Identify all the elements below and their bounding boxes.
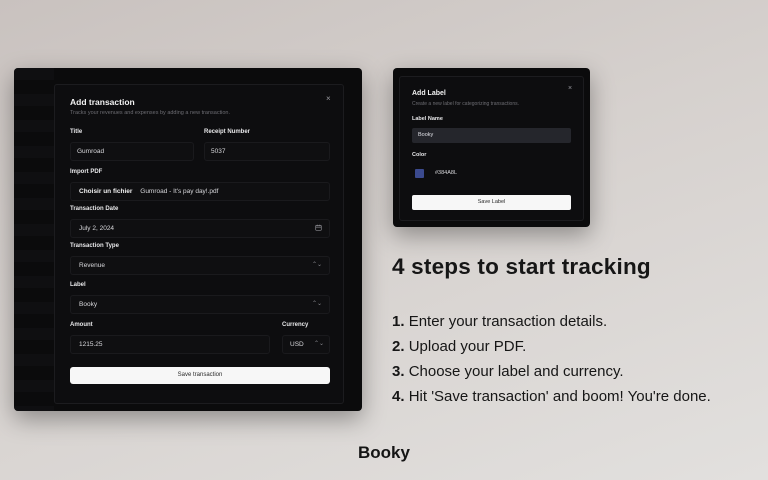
transaction-date-label: Transaction Date — [70, 206, 119, 212]
amount-input[interactable]: 1215.25 — [70, 335, 270, 354]
add-transaction-dialog: Add transaction Tracks your revenues and… — [54, 84, 344, 404]
title-value: Gumroad — [77, 148, 105, 155]
chevron-updown-icon: ⌃⌄ — [311, 301, 322, 307]
save-transaction-button[interactable]: Save transaction — [70, 367, 330, 384]
brand-logo-text: Booky — [358, 443, 410, 462]
import-pdf-label: Import PDF — [70, 169, 103, 175]
steps-list: 1. Enter your transaction details. 2. Up… — [392, 312, 711, 412]
step-item: 4. Hit 'Save transaction' and boom! You'… — [392, 387, 711, 412]
step-number: 1. — [392, 313, 405, 330]
step-number: 3. — [392, 363, 405, 380]
step-number: 2. — [392, 338, 405, 355]
label-select[interactable]: Booky ⌃⌄ — [70, 295, 330, 314]
transaction-date-picker[interactable]: July 2, 2024 — [70, 219, 330, 238]
dialog-subtitle: Create a new label for categorizing tran… — [412, 101, 520, 107]
transaction-type-value: Revenue — [79, 262, 106, 269]
chevron-updown-icon: ⌃⌄ — [311, 262, 322, 268]
close-icon[interactable]: × — [326, 95, 331, 103]
add-label-window: Add Label Create a new label for categor… — [393, 68, 590, 227]
add-transaction-window: Add transaction Tracks your revenues and… — [14, 68, 362, 411]
currency-value: USD — [290, 341, 304, 348]
currency-label: Currency — [282, 322, 309, 328]
step-item: 3. Choose your label and currency. — [392, 362, 711, 387]
step-number: 4. — [392, 388, 405, 405]
title-label: Title — [70, 129, 83, 135]
receipt-number-label: Receipt Number — [204, 129, 251, 135]
transaction-type-label: Transaction Type — [70, 243, 119, 249]
step-text: Choose your label and currency. — [408, 363, 624, 380]
dialog-subtitle: Tracks your revenues and expenses by add… — [70, 110, 230, 116]
close-icon[interactable]: × — [568, 85, 572, 92]
step-text: Enter your transaction details. — [408, 313, 608, 330]
step-text: Hit 'Save transaction' and boom! You're … — [408, 388, 711, 405]
receipt-number-value: 5037 — [211, 148, 226, 155]
chevron-updown-icon: ⌃⌄ — [313, 341, 324, 347]
pdf-file-input[interactable]: Choisir un fichier Gumroad - It's pay da… — [70, 182, 330, 201]
receipt-number-input[interactable]: 5037 — [204, 142, 330, 161]
add-label-dialog: Add Label Create a new label for categor… — [399, 76, 584, 221]
currency-select[interactable]: USD ⌃⌄ — [282, 335, 330, 354]
transaction-type-select[interactable]: Revenue ⌃⌄ — [70, 256, 330, 275]
calendar-icon[interactable] — [315, 220, 322, 237]
amount-value: 1215.25 — [79, 341, 103, 348]
label-name-input[interactable]: Booky — [412, 128, 571, 143]
transaction-date-value: July 2, 2024 — [79, 225, 115, 232]
label-name-label: Label Name — [412, 116, 443, 122]
background-app-sidebar — [14, 68, 54, 411]
label-field-label: Label — [70, 282, 86, 288]
amount-label: Amount — [70, 322, 93, 328]
file-name: Gumroad - It's pay day!.pdf — [140, 188, 219, 195]
dialog-title: Add transaction — [70, 97, 135, 107]
label-name-value: Booky — [418, 132, 434, 138]
step-item: 1. Enter your transaction details. — [392, 312, 711, 337]
choose-file-button[interactable]: Choisir un fichier — [79, 188, 132, 195]
color-label: Color — [412, 152, 427, 158]
step-item: 2. Upload your PDF. — [392, 337, 711, 362]
headline: 4 steps to start tracking — [392, 254, 651, 279]
save-label-button[interactable]: Save Label — [412, 195, 571, 210]
label-value: Booky — [79, 301, 98, 308]
color-hex-value[interactable]: #384A8L — [435, 170, 457, 176]
title-input[interactable]: Gumroad — [70, 142, 194, 161]
dialog-title: Add Label — [412, 90, 446, 97]
color-swatch[interactable] — [415, 169, 424, 178]
step-text: Upload your PDF. — [408, 338, 527, 355]
